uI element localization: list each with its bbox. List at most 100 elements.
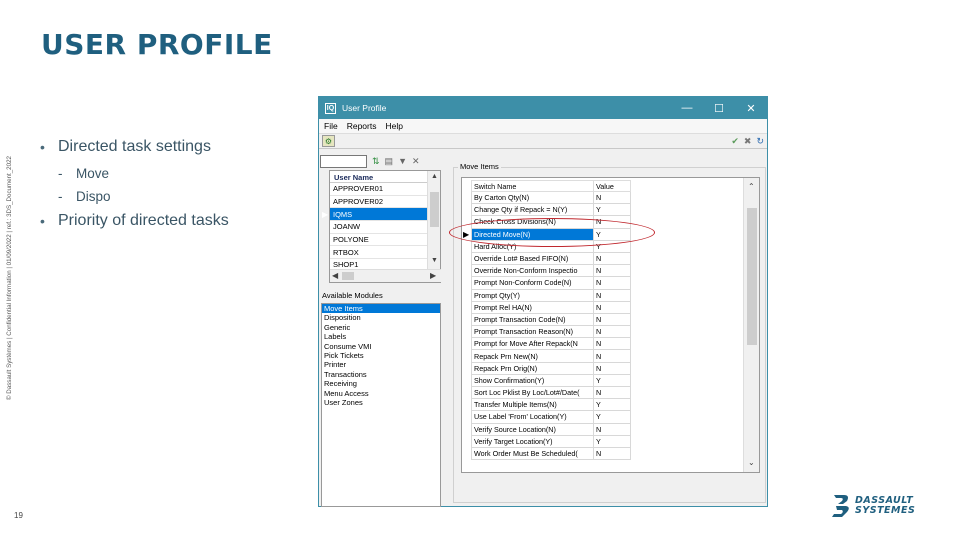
table-row[interactable]: Prompt Transaction Code(N) N bbox=[471, 312, 631, 327]
switch-value-cell[interactable]: Y bbox=[593, 373, 631, 388]
table-row[interactable]: By Carton Qty(N) N bbox=[471, 190, 631, 205]
scroll-thumb[interactable] bbox=[747, 208, 757, 345]
switch-value-cell[interactable]: Y bbox=[593, 398, 631, 412]
post-check-icon[interactable]: ✔ bbox=[731, 136, 739, 147]
switch-value-cell[interactable]: N bbox=[593, 276, 631, 290]
switch-name-cell[interactable]: Verify Source Location(N) bbox=[471, 422, 594, 436]
switch-value-cell[interactable]: N bbox=[593, 300, 631, 314]
scroll-thumb[interactable] bbox=[342, 272, 354, 280]
menu-help[interactable]: Help bbox=[385, 121, 402, 131]
switch-value-cell[interactable]: N bbox=[593, 337, 631, 351]
table-row[interactable]: Change Qty if Repack = N(Y) Y bbox=[471, 203, 631, 217]
switch-value-cell[interactable]: N bbox=[593, 361, 631, 375]
switch-name-cell[interactable]: Show Confirmation(Y) bbox=[471, 373, 594, 388]
module-item-pick-tickets[interactable]: Pick Tickets bbox=[322, 351, 440, 360]
module-item-move-items[interactable]: Move Items bbox=[322, 304, 440, 314]
module-item-consume-vmi[interactable]: Consume VMI bbox=[322, 342, 440, 351]
switch-name-cell[interactable]: By Carton Qty(N) bbox=[471, 190, 594, 205]
table-row[interactable]: Transfer Multiple Items(N) Y bbox=[471, 398, 631, 412]
table-row[interactable]: Use Label 'From' Location(Y) Y bbox=[471, 410, 631, 424]
grid-vscrollbar[interactable]: ⌃ ⌄ bbox=[743, 178, 759, 472]
switch-name-cell[interactable]: Prompt Transaction Code(N) bbox=[471, 312, 594, 327]
table-row[interactable]: Override Lot# Based FIFO(N) N bbox=[471, 251, 631, 266]
module-item-printer[interactable]: Printer bbox=[322, 360, 440, 369]
scroll-down-icon[interactable]: ⌄ bbox=[748, 458, 755, 467]
switch-value-cell[interactable]: N bbox=[593, 190, 631, 205]
table-row[interactable]: Verify Source Location(N) N bbox=[471, 422, 631, 436]
switch-name-cell[interactable]: Sort Loc Pklist By Loc/Lot#/Date( bbox=[471, 385, 594, 400]
switch-value-cell[interactable]: N bbox=[593, 288, 631, 302]
switch-value-cell[interactable]: N bbox=[593, 385, 631, 400]
table-row[interactable]: Prompt Rel HA(N) N bbox=[471, 300, 631, 314]
table-row[interactable]: Override Non-Conform Inspectio N bbox=[471, 264, 631, 278]
scroll-left-icon[interactable]: ◀ bbox=[332, 271, 338, 280]
switch-name-cell[interactable]: Prompt Rel HA(N) bbox=[471, 300, 594, 314]
module-item-labels[interactable]: Labels bbox=[322, 332, 440, 341]
switch-name-cell[interactable]: Override Non-Conform Inspectio bbox=[471, 264, 594, 278]
table-row[interactable]: Prompt for Move After Repack(N N bbox=[471, 337, 631, 351]
clear-filter-icon[interactable]: ✕ bbox=[412, 156, 420, 167]
switch-name-cell[interactable]: Prompt Transaction Reason(N) bbox=[471, 325, 594, 339]
scroll-down-icon[interactable]: ▼ bbox=[431, 257, 438, 264]
grid-view-icon[interactable]: ▤ bbox=[385, 156, 394, 167]
list-item[interactable]: RTBOX bbox=[330, 246, 427, 260]
table-row[interactable]: Prompt Qty(Y) N bbox=[471, 288, 631, 302]
switch-value-cell[interactable]: Y bbox=[593, 203, 631, 217]
switch-value-cell[interactable]: N bbox=[593, 446, 631, 461]
module-item-transactions[interactable]: Transactions bbox=[322, 370, 440, 379]
minimize-button[interactable]: — bbox=[671, 102, 703, 114]
switch-name-cell[interactable]: Repack Prn New(N) bbox=[471, 349, 594, 363]
switch-value-cell[interactable]: Y bbox=[593, 434, 631, 448]
scroll-right-icon[interactable]: ▶ bbox=[430, 271, 436, 280]
sort-icon[interactable]: ⇅ bbox=[372, 156, 380, 167]
switch-name-cell[interactable]: Repack Prn Orig(N) bbox=[471, 361, 594, 375]
column-header-value[interactable]: Value bbox=[593, 180, 631, 192]
switch-value-cell[interactable]: N bbox=[593, 264, 631, 278]
cancel-x-icon[interactable]: ✖ bbox=[744, 136, 752, 147]
table-row[interactable]: Sort Loc Pklist By Loc/Lot#/Date(N bbox=[471, 385, 631, 400]
switch-value-cell[interactable]: N bbox=[593, 325, 631, 339]
table-row[interactable]: Show Confirmation(Y) Y bbox=[471, 373, 631, 388]
scroll-up-icon[interactable]: ⌃ bbox=[748, 182, 755, 191]
table-row[interactable]: Repack Prn Orig(N) N bbox=[471, 361, 631, 375]
switch-name-cell[interactable]: Change Qty if Repack = N(Y) bbox=[471, 203, 594, 217]
menu-reports[interactable]: Reports bbox=[347, 121, 377, 131]
list-item-selected[interactable]: ▶ IQMS bbox=[322, 208, 427, 222]
users-icon[interactable]: ⚙ bbox=[322, 135, 335, 147]
switch-value-cell[interactable]: N bbox=[593, 251, 631, 266]
switch-value-cell[interactable]: N bbox=[593, 422, 631, 436]
list-item[interactable]: JOANW bbox=[330, 221, 427, 234]
list-item[interactable]: APPROVER01 bbox=[330, 183, 427, 196]
menu-file[interactable]: File bbox=[324, 121, 338, 131]
column-header-switch-name[interactable]: Switch Name bbox=[471, 180, 594, 192]
switch-name-cell[interactable]: Prompt Non-Conform Code(N) bbox=[471, 276, 594, 290]
user-name-header[interactable]: User Name bbox=[330, 171, 427, 183]
table-row[interactable]: Prompt Transaction Reason(N) N bbox=[471, 325, 631, 339]
table-row[interactable]: Work Order Must Be Scheduled(N bbox=[471, 446, 631, 461]
scroll-thumb[interactable] bbox=[430, 192, 439, 227]
maximize-button[interactable]: ☐ bbox=[703, 102, 735, 115]
module-item-receiving[interactable]: Receiving bbox=[322, 379, 440, 388]
list-item[interactable]: POLYONE bbox=[330, 234, 427, 247]
user-list-hscrollbar[interactable]: ◀ ▶ bbox=[330, 269, 441, 282]
module-item-generic[interactable]: Generic bbox=[322, 323, 440, 332]
switch-name-cell[interactable]: Prompt for Move After Repack(N bbox=[471, 337, 594, 351]
switch-value-cell[interactable]: Y bbox=[593, 410, 631, 424]
switch-name-cell[interactable]: Use Label 'From' Location(Y) bbox=[471, 410, 594, 424]
table-row[interactable]: Verify Target Location(Y) Y bbox=[471, 434, 631, 448]
switch-name-cell[interactable]: Verify Target Location(Y) bbox=[471, 434, 594, 448]
filter-icon[interactable]: ▼ bbox=[398, 156, 407, 166]
switch-value-cell[interactable]: N bbox=[593, 312, 631, 327]
table-row[interactable]: Prompt Non-Conform Code(N) N bbox=[471, 276, 631, 290]
close-button[interactable]: ✕ bbox=[735, 102, 767, 115]
user-list-vscrollbar[interactable]: ▲ ▼ bbox=[427, 171, 440, 269]
switch-name-cell[interactable]: Override Lot# Based FIFO(N) bbox=[471, 251, 594, 266]
scroll-up-icon[interactable]: ▲ bbox=[431, 173, 438, 180]
table-row[interactable]: Repack Prn New(N) N bbox=[471, 349, 631, 363]
switch-value-cell[interactable]: N bbox=[593, 349, 631, 363]
module-item-disposition[interactable]: Disposition bbox=[322, 313, 440, 322]
module-item-user-zones[interactable]: User Zones bbox=[322, 398, 440, 407]
switch-name-cell[interactable]: Prompt Qty(Y) bbox=[471, 288, 594, 302]
module-item-menu-access[interactable]: Menu Access bbox=[322, 389, 440, 398]
switch-name-cell[interactable]: Work Order Must Be Scheduled( bbox=[471, 446, 594, 461]
